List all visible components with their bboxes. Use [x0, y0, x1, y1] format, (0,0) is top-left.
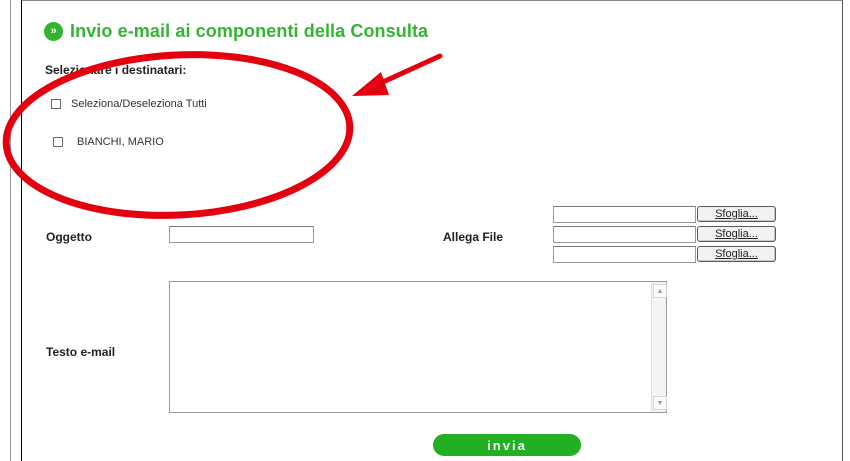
email-body-textarea[interactable]: ▲ ▼: [169, 281, 667, 413]
select-all-checkbox[interactable]: [51, 99, 61, 109]
attachment-field-1[interactable]: [553, 206, 696, 223]
scroll-down-icon[interactable]: ▼: [653, 396, 667, 410]
page-title: » Invio e-mail ai componenti della Consu…: [44, 20, 428, 42]
recipient-row[interactable]: BIANCHI, MARIO: [53, 136, 164, 148]
browse-button-label: Sfoglia...: [715, 208, 758, 220]
browse-button-2[interactable]: Sfoglia...: [697, 226, 776, 242]
select-all-label: Seleziona/Deseleziona Tutti: [71, 98, 207, 110]
browse-button-1[interactable]: Sfoglia...: [697, 206, 776, 222]
recipient-name: BIANCHI, MARIO: [77, 136, 164, 148]
textarea-scrollbar[interactable]: ▲ ▼: [651, 282, 667, 412]
page-title-text: Invio e-mail ai componenti della Consult…: [70, 20, 429, 41]
send-button[interactable]: invia: [433, 434, 581, 456]
page-left-border: [10, 0, 11, 461]
select-all-row[interactable]: Seleziona/Deseleziona Tutti: [51, 98, 207, 110]
attachment-field-2[interactable]: [553, 226, 696, 243]
double-chevron-right-icon: »: [44, 21, 63, 41]
email-body-label: Testo e-mail: [46, 345, 116, 359]
subject-input[interactable]: [169, 226, 314, 243]
browse-button-3[interactable]: Sfoglia...: [697, 246, 776, 262]
recipients-label: Selezionare i destinatari:: [45, 63, 187, 77]
attach-file-label: Allega File: [443, 230, 504, 244]
recipient-checkbox[interactable]: [53, 137, 63, 147]
attachment-field-3[interactable]: [553, 246, 696, 263]
scroll-up-icon[interactable]: ▲: [653, 284, 667, 298]
browse-button-label: Sfoglia...: [715, 248, 758, 260]
browse-button-label: Sfoglia...: [715, 228, 758, 240]
subject-label: Oggetto: [46, 230, 92, 244]
